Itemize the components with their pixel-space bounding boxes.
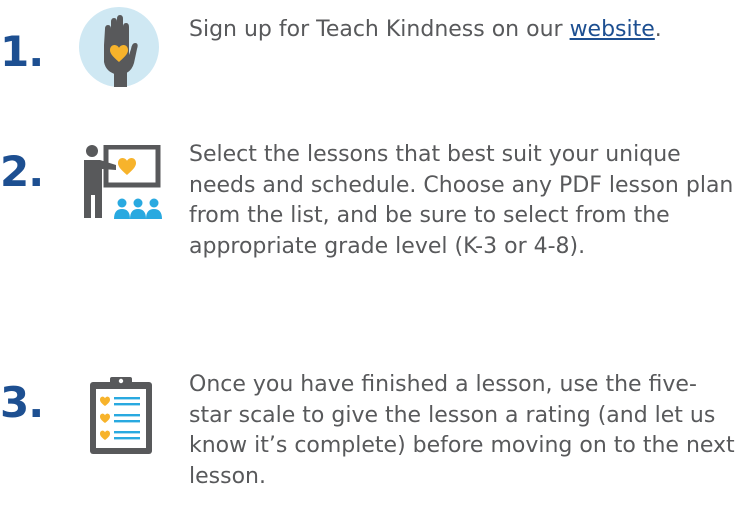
step-2: 2. Select the lessons that best suit you… — [0, 140, 739, 330]
step-1: 1. Sign up for Teach Kindness on our web… — [0, 0, 739, 110]
step-3: 3. Once you have finished a lesson, use … — [0, 370, 739, 510]
step-1-text-end: . — [654, 17, 662, 42]
step-3-text: Once you have finished a lesson, use the… — [189, 372, 735, 489]
step-1-text: Sign up for Teach Kindness on our websit… — [189, 15, 737, 46]
step-2-text: Select the lessons that best suit your u… — [189, 142, 734, 259]
clipboard-checklist-icon — [88, 375, 154, 455]
website-link[interactable]: website — [570, 17, 655, 42]
step-number: 2. — [0, 147, 44, 196]
raised-hand-heart-icon — [79, 7, 159, 87]
step-1-text-start: Sign up for Teach Kindness on our — [189, 17, 570, 42]
step-number: 3. — [0, 378, 44, 427]
step-number: 1. — [0, 27, 44, 76]
teacher-presentation-icon — [82, 144, 164, 220]
